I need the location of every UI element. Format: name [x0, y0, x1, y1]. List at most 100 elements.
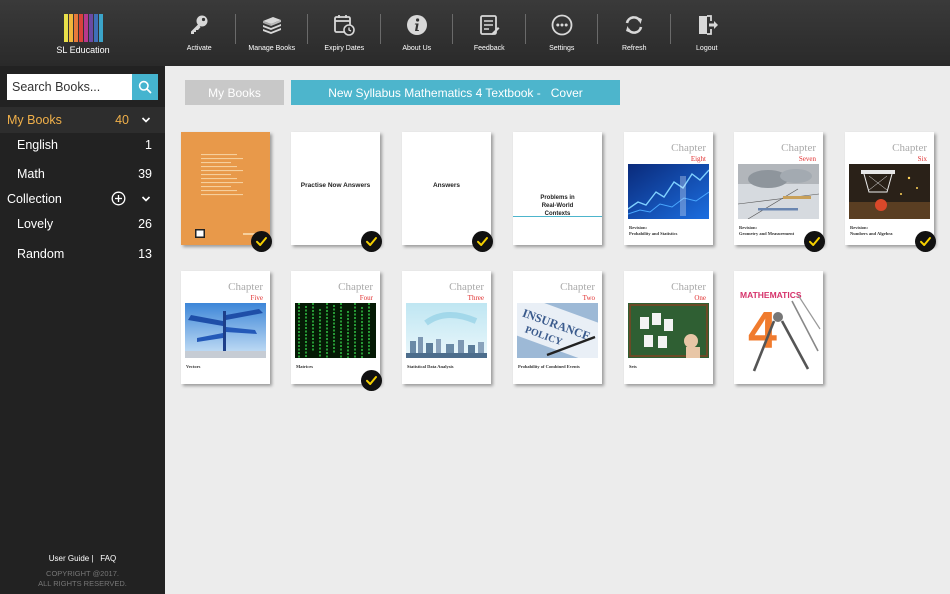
breadcrumb-my-books[interactable]: My Books: [185, 80, 284, 105]
toolbar-activate-button[interactable]: Activate: [163, 0, 236, 66]
chapter-number: Five: [250, 294, 263, 302]
sidebar-item-count: 26: [138, 217, 152, 231]
search-input[interactable]: [7, 74, 132, 100]
app-logo: SL Education: [52, 14, 114, 60]
back-cover-art: [195, 154, 255, 238]
compass-drawing-art: [752, 294, 821, 372]
sidebar-item-math[interactable]: Math 39: [0, 161, 165, 187]
toolbar-button-label: Refresh: [621, 45, 647, 52]
toolbar-manage-books-button[interactable]: Manage Books: [236, 0, 308, 66]
add-collection-icon[interactable]: [111, 191, 126, 206]
chapter-sets-image: [628, 303, 709, 358]
book-cover[interactable]: Problems in Real-World Contexts: [513, 132, 602, 245]
book-cover[interactable]: Answers: [402, 132, 491, 245]
toolbar-about-us-button[interactable]: About Us: [381, 0, 453, 66]
book-cover[interactable]: Chapter Four Matrices: [291, 271, 380, 384]
book-title: Practise Now Answers: [300, 182, 371, 189]
subtitle-line: Probability and Statistics: [629, 231, 678, 236]
selected-check-icon[interactable]: [472, 231, 493, 252]
top-toolbar: SL Education Activate Manage Books Expiry …: [0, 0, 950, 66]
subtitle-line: Geometry and Measurement: [739, 231, 795, 236]
toolbar-settings-button[interactable]: Settings: [526, 0, 598, 66]
chapter-matrix-image: [295, 303, 376, 358]
logo-bar: [68, 14, 73, 42]
toolbar-button-label: Activate: [186, 45, 212, 52]
copyright-line: ALL RIGHTS RESERVED.: [38, 579, 127, 588]
toolbar-button-label: Expiry Dates: [324, 45, 365, 52]
faq-link[interactable]: FAQ: [100, 554, 116, 563]
copyright-line: COPYRIGHT @2017.: [46, 569, 119, 578]
toolbar-button-label: Settings: [549, 45, 575, 52]
title-rule: [513, 216, 602, 217]
book-title: Answers: [432, 182, 461, 189]
sidebar-collection[interactable]: Collection: [0, 186, 165, 212]
chapter-word: Chapter: [338, 281, 373, 293]
selected-check-icon[interactable]: [361, 370, 382, 391]
chapter-number: Six: [917, 155, 927, 163]
book-cover[interactable]: Chapter Seven Revision: Geometry and Measur…: [734, 132, 823, 245]
more-dots-icon: [549, 13, 575, 37]
chapter-word: Chapter: [671, 142, 706, 154]
logo-bar: [93, 14, 98, 42]
selected-check-icon[interactable]: [361, 231, 382, 252]
sidebar-item-count: 39: [138, 167, 152, 181]
logo-bar: [88, 14, 93, 42]
selected-check-icon[interactable]: [251, 231, 272, 252]
toolbar-expiry-dates-button[interactable]: Expiry Dates: [308, 0, 381, 66]
subtitle-line: Sets: [629, 364, 637, 369]
book-cover[interactable]: Chapter Eight Revision: Probability and Sta…: [624, 132, 713, 245]
chapter-subtitle: Statistical Data Analysis: [407, 364, 454, 370]
book-cover[interactable]: Practise Now Answers: [291, 132, 380, 245]
book-cover[interactable]: Chapter One Sets: [624, 271, 713, 384]
book-cover[interactable]: Chapter Five Vectors: [181, 271, 270, 384]
chapter-subtitle: Revision: Numbers and Algebra: [850, 225, 893, 237]
feedback-form-icon: [476, 13, 502, 37]
chapter-stats-image: [627, 164, 710, 219]
chapter-number: One: [694, 294, 706, 302]
chapter-subtitle: Sets: [629, 364, 637, 370]
chapter-word: Chapter: [560, 281, 595, 293]
sidebar-item-lovely[interactable]: Lovely 26: [0, 211, 165, 237]
toolbar-refresh-button[interactable]: Refresh: [598, 0, 671, 66]
toolbar-button-label: Logout: [696, 45, 718, 52]
chevron-down-icon[interactable]: [141, 115, 151, 125]
sidebar-item-random[interactable]: Random 13: [0, 241, 165, 267]
chapter-word: Chapter: [228, 281, 263, 293]
sidebar-item-english[interactable]: English 1: [0, 132, 165, 158]
collection-label: Collection: [7, 192, 62, 206]
selected-check-icon[interactable]: [915, 231, 936, 252]
toolbar-feedback-button[interactable]: Feedback: [453, 0, 526, 66]
chapter-number: Eight: [690, 155, 706, 163]
toolbar-logout-button[interactable]: Logout: [671, 0, 744, 66]
footer-divider: |: [91, 554, 94, 563]
sidebar-item-label: Lovely: [17, 217, 54, 231]
book-cover[interactable]: Chapter Three Statistical Data Analysis: [402, 271, 491, 384]
search-box: [7, 74, 158, 100]
refresh-icon: [621, 13, 647, 37]
chevron-down-icon[interactable]: [141, 194, 151, 204]
logo-bar: [63, 14, 68, 42]
subtitle-line: Matrices: [296, 364, 313, 369]
user-guide-link[interactable]: User Guide: [49, 554, 89, 563]
book-title: Problems in Real-World Contexts: [540, 195, 575, 217]
sidebar-item-count: 13: [138, 247, 152, 261]
chapter-number: Four: [359, 294, 373, 302]
sidebar-my-books[interactable]: My Books 40: [0, 107, 165, 133]
logo-bar: [98, 14, 103, 42]
chapter-subtitle: Probability of Combined Events: [518, 364, 580, 370]
book-cover[interactable]: MATHEMATICS 4: [734, 271, 823, 384]
logo-bar: [78, 14, 83, 42]
book-cover[interactable]: Chapter Two INSURANCE POLICY Probability of …: [513, 271, 602, 384]
chapter-subtitle: Matrices: [296, 364, 313, 370]
sidebar-item-label: English: [17, 138, 58, 152]
search-button[interactable]: [132, 74, 158, 100]
book-cover[interactable]: [181, 132, 270, 245]
selected-check-icon[interactable]: [804, 231, 825, 252]
logo-bar: [83, 14, 88, 42]
my-books-count: 40: [115, 113, 129, 127]
info-icon: [404, 13, 430, 37]
subtitle-line: Numbers and Algebra: [850, 231, 893, 236]
book-cover[interactable]: Chapter Six Revision: Numbers and Algebra: [845, 132, 934, 245]
subtitle-line: Probability of Combined Events: [518, 364, 580, 369]
chapter-signpost-image: [185, 303, 266, 358]
